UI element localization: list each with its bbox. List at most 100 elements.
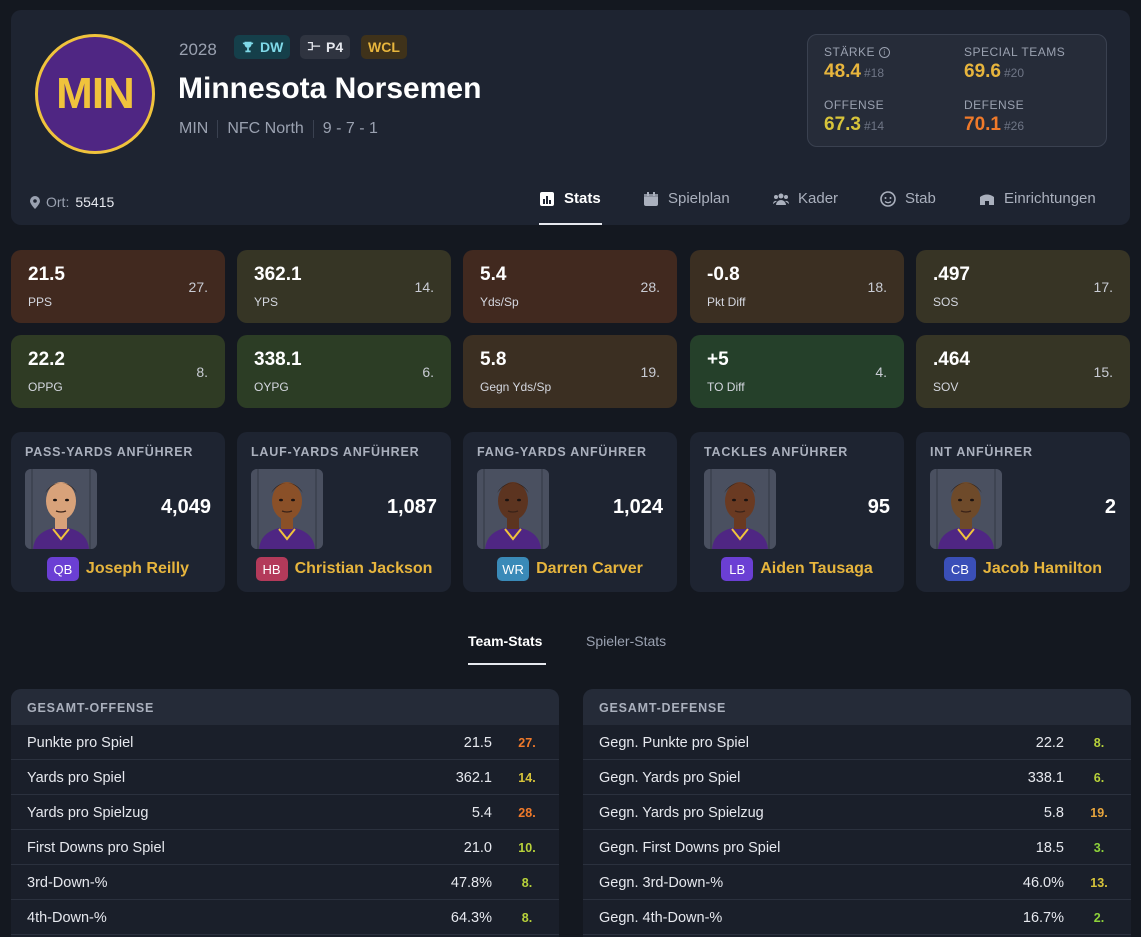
row-rank: 3. bbox=[1093, 841, 1105, 855]
tab-stats[interactable]: Stats bbox=[539, 188, 602, 225]
stat-rank: 4. bbox=[875, 364, 887, 380]
stat-label: PPS bbox=[28, 295, 53, 309]
stat-card-oypg: 338.1 OYPG 6. bbox=[237, 335, 451, 408]
stat-rank: 27. bbox=[188, 279, 208, 295]
tab-stab-label: Stab bbox=[905, 190, 936, 207]
badge-dw[interactable]: DW bbox=[234, 35, 291, 59]
leader-value: 4,049 bbox=[160, 496, 211, 518]
row-name: 3rd-Down-% bbox=[27, 875, 108, 891]
badge-p4[interactable]: P4 bbox=[300, 35, 351, 59]
season-year: 2028 bbox=[179, 40, 217, 59]
stat-value: .497 bbox=[933, 264, 970, 285]
team-meta: MIN NFC North 9 - 7 - 1 bbox=[179, 120, 387, 138]
player-portrait[interactable] bbox=[930, 469, 1002, 549]
row-rank: 8. bbox=[521, 876, 533, 890]
rating-defense-label: DEFENSE bbox=[964, 98, 1025, 112]
stat-value: 22.2 bbox=[28, 349, 65, 370]
stat-rank: 14. bbox=[414, 279, 434, 295]
table-row: Gegn. Yards pro Spiel 338.1 6. bbox=[583, 760, 1131, 795]
leader-card-interceptions: INT ANFÜHRER 2 CB Jacob Hamilton bbox=[916, 432, 1130, 592]
player-name-link[interactable]: Aiden Tausaga bbox=[760, 560, 873, 578]
position-badge: HB bbox=[255, 557, 288, 581]
stat-rank: 8. bbox=[196, 364, 208, 380]
row-rank: 10. bbox=[518, 841, 536, 855]
position-badge: CB bbox=[943, 557, 976, 581]
position-badge: WR bbox=[497, 557, 530, 581]
stat-card-sov: .464 SOV 15. bbox=[916, 335, 1130, 408]
rating-offense-value: 67.3 bbox=[824, 114, 861, 135]
team-division: NFC North bbox=[217, 120, 312, 138]
table-row: Gegn. Punkte pro Spiel 22.2 8. bbox=[583, 725, 1131, 760]
stat-label: SOS bbox=[933, 295, 959, 309]
player-name-link[interactable]: Jacob Hamilton bbox=[983, 560, 1102, 578]
stat-label: OYPG bbox=[254, 380, 289, 394]
player-portrait[interactable] bbox=[477, 469, 549, 549]
row-value: 18.5 bbox=[1035, 840, 1064, 856]
trophy-icon bbox=[242, 41, 254, 53]
row-value: 5.4 bbox=[471, 805, 492, 821]
row-value: 46.0% bbox=[1022, 875, 1064, 891]
row-rank: 8. bbox=[1093, 736, 1105, 750]
stat-card-to-diff: +5 TO Diff 4. bbox=[690, 335, 904, 408]
player-portrait[interactable] bbox=[25, 469, 97, 549]
tab-einrichtungen-label: Einrichtungen bbox=[1004, 190, 1096, 207]
users-icon bbox=[773, 193, 789, 205]
stat-card-pkt-diff: -0.8 Pkt Diff 18. bbox=[690, 250, 904, 323]
stat-card-oppg: 22.2 OPPG 8. bbox=[11, 335, 225, 408]
row-rank: 6. bbox=[1093, 771, 1105, 785]
player-portrait[interactable] bbox=[704, 469, 776, 549]
row-rank: 19. bbox=[1090, 806, 1108, 820]
stat-rank: 28. bbox=[640, 279, 660, 295]
row-rank: 13. bbox=[1090, 876, 1108, 890]
team-abbr: MIN bbox=[179, 120, 209, 137]
stat-value: 338.1 bbox=[254, 349, 302, 370]
tab-stab[interactable]: Stab bbox=[880, 188, 936, 225]
leader-value: 2 bbox=[1104, 496, 1116, 518]
rating-staerke-rank: #18 bbox=[863, 66, 885, 80]
leader-title: LAUF-YARDS ANFÜHRER bbox=[251, 445, 420, 459]
badge-p4-label: P4 bbox=[326, 39, 344, 55]
player-portrait[interactable] bbox=[251, 469, 323, 549]
leader-value: 95 bbox=[867, 496, 890, 518]
leader-value: 1,024 bbox=[612, 496, 663, 518]
stat-rank: 17. bbox=[1093, 279, 1113, 295]
table-header: GESAMT-OFFENSE bbox=[11, 689, 559, 725]
stat-card-pps: 21.5 PPS 27. bbox=[11, 250, 225, 323]
team-logo: MIN bbox=[35, 34, 155, 154]
position-badge: QB bbox=[46, 557, 79, 581]
badge-wcl[interactable]: WCL bbox=[361, 35, 407, 59]
team-tabs: Stats Spielplan Kader Stab Einrichtungen bbox=[11, 188, 1130, 225]
badge-dw-label: DW bbox=[260, 39, 284, 55]
face-icon bbox=[880, 191, 896, 207]
stat-card-gegn-yds-sp: 5.8 Gegn Yds/Sp 19. bbox=[463, 335, 677, 408]
table-row: Gegn. First Downs pro Spiel 18.5 3. bbox=[583, 830, 1131, 865]
leader-title: PASS-YARDS ANFÜHRER bbox=[25, 445, 194, 459]
team-record: 9 - 7 - 1 bbox=[312, 120, 387, 138]
player-name-link[interactable]: Christian Jackson bbox=[295, 560, 433, 578]
tab-spielplan-label: Spielplan bbox=[668, 190, 730, 207]
stat-rank: 19. bbox=[640, 364, 660, 380]
rating-special-label: SPECIAL TEAMS bbox=[964, 45, 1066, 59]
info-icon[interactable]: i bbox=[879, 46, 891, 58]
stat-label: SOV bbox=[933, 380, 959, 394]
player-name-link[interactable]: Joseph Reilly bbox=[86, 560, 189, 578]
tab-einrichtungen[interactable]: Einrichtungen bbox=[979, 188, 1096, 225]
tab-kader[interactable]: Kader bbox=[773, 188, 838, 225]
subtab-team-stats[interactable]: Team-Stats bbox=[468, 633, 546, 665]
table-row: 4th-Down-% 64.3% 8. bbox=[11, 900, 559, 935]
row-value: 47.8% bbox=[450, 875, 492, 891]
row-name: Gegn. First Downs pro Spiel bbox=[599, 840, 781, 856]
player-name-link[interactable]: Darren Carver bbox=[536, 560, 643, 578]
row-name: Gegn. 3rd-Down-% bbox=[599, 875, 724, 891]
calendar-icon bbox=[644, 192, 658, 206]
stat-rank: 6. bbox=[422, 364, 434, 380]
stat-value: .464 bbox=[933, 349, 970, 370]
stadium-icon bbox=[980, 194, 994, 205]
table-row: First Downs pro Spiel 21.0 10. bbox=[11, 830, 559, 865]
tab-spielplan[interactable]: Spielplan bbox=[643, 188, 730, 225]
team-header-card: MIN 2028 DW P4 WCL Minnesota Norsemen MI… bbox=[11, 10, 1130, 225]
row-rank: 8. bbox=[521, 911, 533, 925]
leader-title: TACKLES ANFÜHRER bbox=[704, 445, 849, 459]
row-rank: 14. bbox=[518, 771, 536, 785]
subtab-spieler-stats[interactable]: Spieler-Stats bbox=[586, 633, 666, 665]
